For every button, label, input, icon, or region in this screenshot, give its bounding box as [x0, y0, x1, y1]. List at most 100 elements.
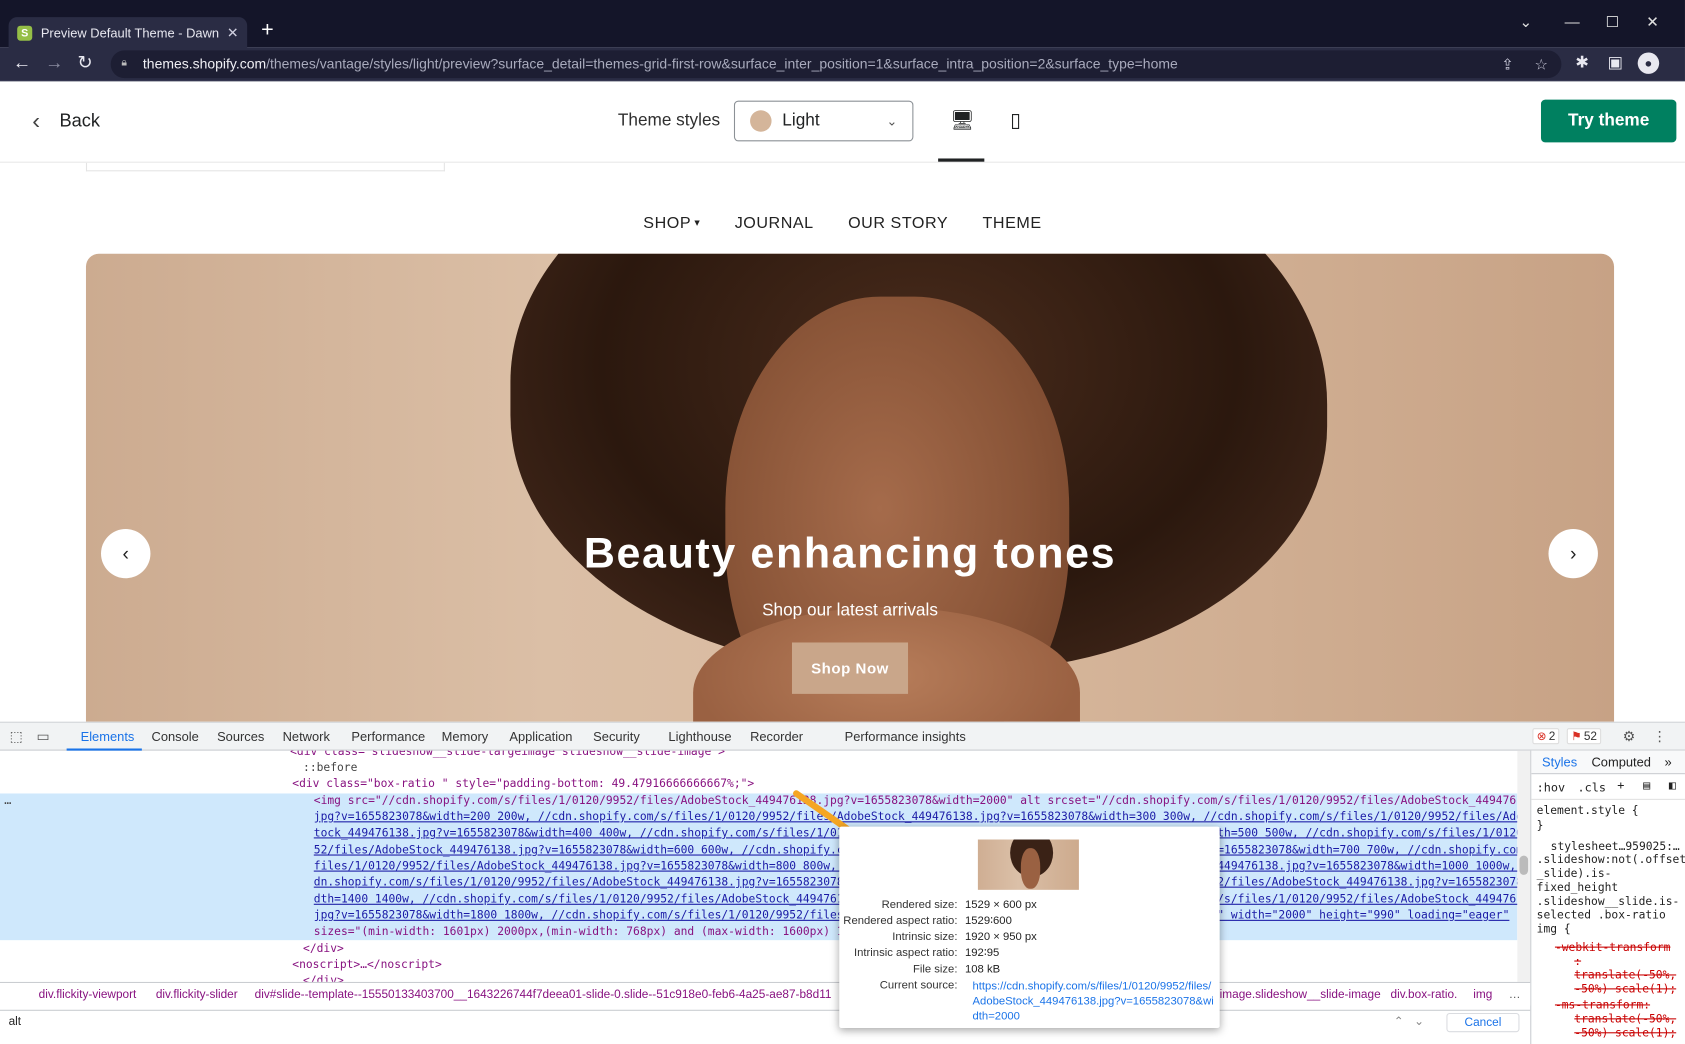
tab-styles[interactable]: Styles [1542, 755, 1577, 770]
reload-icon[interactable]: ↻ [77, 52, 92, 73]
shop-now-button[interactable]: Shop Now [791, 642, 909, 694]
devtools-tab-bar: ⬚ ▭ Elements Console Sources Network Per… [0, 722, 1685, 751]
back-button[interactable]: ‹ Back [32, 107, 100, 135]
tooltip-row: Intrinsic aspect ratio: 192∶95 [839, 947, 1219, 960]
error-icon: ⊗ [1536, 730, 1547, 744]
breadcrumb-more-icon[interactable]: … [1509, 988, 1521, 1001]
hov-toggle[interactable]: :hov [1537, 781, 1565, 795]
tooltip-value: 1920 × 950 px [964, 930, 1037, 944]
tab-performance[interactable]: Performance [351, 729, 425, 744]
code-line[interactable]: ::before [303, 760, 357, 776]
style-rule-line[interactable]: stylesheet…959025:… [1551, 841, 1680, 854]
tooltip-row: Intrinsic size: 1920 × 950 px [839, 931, 1219, 944]
code-line[interactable]: <div class="slideshow__slide-largeimage … [290, 751, 725, 761]
tab-console[interactable]: Console [152, 729, 199, 744]
style-rule-line: selected .box-ratio [1536, 909, 1666, 922]
breadcrumb-item[interactable]: div.flickity-slider [156, 988, 238, 1001]
code-line[interactable]: <img src="//cdn.shopify.com/s/files/1/01… [314, 793, 1518, 809]
try-theme-button[interactable]: Try theme [1540, 99, 1677, 143]
tab-memory[interactable]: Memory [442, 729, 489, 744]
code-line[interactable]: </div> [303, 941, 344, 957]
tooltip-key: File size: [912, 962, 958, 976]
node-menu-icon[interactable]: … [4, 793, 11, 807]
code-line[interactable]: jpg?v=1655823078&width=200 200w, //cdn.s… [314, 810, 1518, 826]
code-line[interactable]: <noscript>…</noscript> [292, 957, 441, 973]
nav-shop[interactable]: SHOP ▾ [643, 214, 700, 232]
find-prev-icon[interactable]: ⌃ [1394, 1014, 1404, 1028]
tab-application[interactable]: Application [509, 729, 572, 744]
breadcrumb-item[interactable]: image.slideshow__slide-image [1220, 988, 1381, 1001]
style-swatch [750, 110, 772, 132]
inspect-element-icon[interactable]: ⬚ [10, 728, 23, 745]
bookmark-star-icon[interactable]: ☆ [1535, 56, 1548, 74]
maximize-icon[interactable]: ☐ [1605, 13, 1618, 31]
nav-our-story[interactable]: OUR STORY [848, 214, 948, 232]
breadcrumb-item[interactable]: div.box-ratio. [1391, 988, 1458, 1001]
tab-close-icon[interactable]: ✕ [227, 25, 239, 42]
device-toolbar-icon[interactable]: ▭ [37, 728, 50, 745]
style-rule-line: _slide).is- [1536, 867, 1612, 881]
style-rule-line[interactable]: -ms-transform: [1555, 999, 1650, 1012]
breadcrumb-item[interactable]: div.flickity-viewport [39, 988, 137, 1001]
style-rule-line: } [1536, 819, 1544, 833]
tab-performance-insights[interactable]: Performance insights [845, 729, 966, 744]
more-tabs-icon[interactable]: » [1665, 755, 1672, 770]
tab-network[interactable]: Network [283, 729, 330, 744]
new-tab-icon[interactable]: + [261, 18, 274, 43]
code-line[interactable]: <div class="box-ratio " style="padding-b… [292, 776, 754, 792]
browser-tab-bar: S Preview Default Theme - Dawn E ✕ + ⌄ —… [0, 0, 1685, 50]
style-rule-line: img { [1536, 923, 1571, 936]
minimize-icon[interactable]: — [1565, 13, 1580, 30]
gear-icon[interactable]: ⚙ [1623, 728, 1636, 745]
slide-next-button[interactable]: › [1548, 528, 1598, 579]
tab-recorder[interactable]: Recorder [750, 729, 803, 744]
nav-journal[interactable]: JOURNAL [735, 214, 814, 232]
issues-count: 52 [1583, 730, 1597, 744]
close-window-icon[interactable]: ✕ [1646, 13, 1659, 31]
current-source-link[interactable]: https://cdn.shopify.com/s/files/1/0120/9… [973, 979, 1216, 1024]
image-info-tooltip: Rendered size: 1529 × 600 px Rendered asp… [839, 826, 1220, 1028]
style-rule-line: element.style { [1536, 804, 1639, 818]
code-line[interactable]: </div> [303, 973, 344, 981]
back-arrow-icon[interactable]: ← [13, 52, 31, 73]
elements-scrollbar[interactable] [1517, 750, 1531, 982]
add-rule-icon[interactable]: + [1617, 778, 1624, 792]
cls-toggle[interactable]: .cls [1578, 781, 1606, 795]
profile-avatar-icon[interactable]: ● [1637, 52, 1660, 74]
tab-elements[interactable]: Elements [81, 729, 135, 744]
find-input[interactable]: alt [9, 1015, 21, 1028]
scrollbar-thumb[interactable] [1519, 855, 1529, 875]
store-preview: SHOP ▾ JOURNAL OUR STORY THEME Beauty enh… [0, 162, 1685, 722]
find-next-icon[interactable]: ⌄ [1414, 1014, 1424, 1028]
mobile-view-icon[interactable]: ▯ [1010, 109, 1021, 131]
more-menu-icon[interactable]: ⋮ [1653, 728, 1667, 745]
url-input[interactable]: 🔒︎ themes.shopify.com/themes/vantage/sty… [110, 50, 1562, 79]
find-bar: alt ⌃ ⌄ Cancel [0, 1009, 1531, 1034]
theme-styles-label: Theme styles [617, 111, 721, 130]
nav-theme[interactable]: THEME [983, 214, 1042, 232]
tab-computed[interactable]: Computed [1591, 755, 1651, 770]
extensions-puzzle-icon[interactable]: ✱ [1575, 52, 1589, 72]
share-icon[interactable]: ⇪ [1501, 56, 1514, 74]
theme-style-select[interactable]: Light ⌄ [733, 100, 914, 142]
address-bar-row: ← → ↻ 🔒︎ themes.shopify.com/themes/vanta… [0, 47, 1685, 82]
slide-prev-button[interactable]: ‹ [101, 528, 151, 579]
style-rule-line[interactable]: -webkit-transform [1555, 941, 1670, 954]
issues-badge[interactable]: ⚑ 52 [1566, 728, 1602, 745]
sidebar-toggle-icon[interactable]: ◧ [1669, 778, 1676, 792]
cancel-button[interactable]: Cancel [1446, 1012, 1520, 1033]
style-rule-line: translate(-50%, [1574, 1012, 1677, 1026]
style-rule-line: translate(-50%, [1574, 969, 1677, 982]
forward-arrow-icon[interactable]: → [45, 52, 63, 73]
breadcrumb-item[interactable]: div#slide--template--15550133403700__164… [255, 988, 832, 1001]
paint-icon[interactable]: ▤ [1643, 778, 1650, 792]
side-panel-icon[interactable]: ▣ [1608, 52, 1623, 72]
tab-sources[interactable]: Sources [217, 729, 264, 744]
browser-tab[interactable]: S Preview Default Theme - Dawn E ✕ [8, 17, 248, 50]
desktop-view-icon[interactable]: 🖥︎ [950, 109, 975, 131]
tab-search-icon[interactable]: ⌄ [1519, 13, 1532, 31]
errors-badge[interactable]: ⊗ 2 [1532, 728, 1560, 745]
tab-lighthouse[interactable]: Lighthouse [668, 729, 731, 744]
breadcrumb-item[interactable]: img [1473, 988, 1492, 1001]
tab-security[interactable]: Security [593, 729, 640, 744]
